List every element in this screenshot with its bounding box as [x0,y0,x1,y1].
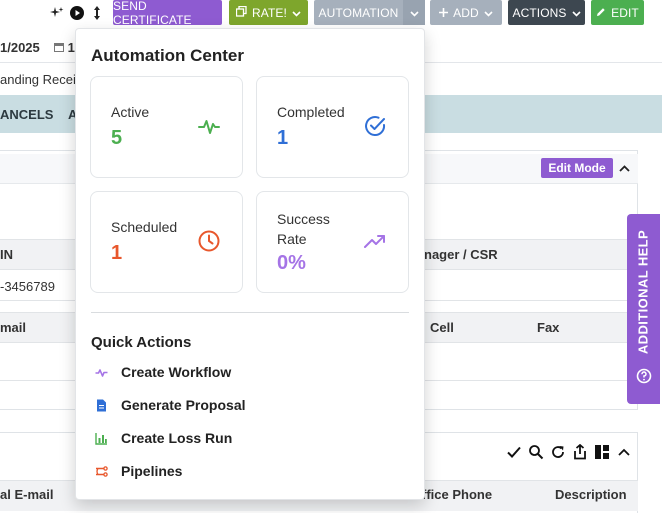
chevron-down-icon [409,6,419,20]
stat-card-active[interactable]: Active 5 [90,76,243,178]
quick-action-label: Create Loss Run [121,430,233,446]
add-button[interactable]: ADD [430,0,502,25]
outstanding-receivables-label: anding Receiv [0,72,83,87]
bar-chart-icon [95,432,108,445]
stat-label-success-rate: Success Rate [277,209,330,249]
add-label: ADD [453,5,479,20]
toolbar-icons [50,4,104,22]
search-icon[interactable] [528,444,544,460]
play-circle-icon[interactable] [70,6,84,20]
check-circle-icon [363,114,387,138]
automation-label: AUTOMATION [318,5,399,20]
date-value-2: 1 [67,40,75,55]
edit-button[interactable]: EDIT [591,0,644,25]
quick-action-label: Pipelines [121,463,183,479]
refresh-icon[interactable] [550,444,566,460]
pipeline-icon [95,465,108,478]
activity-pulse-icon [197,115,221,139]
column-header-manager-csr: nager / CSR [424,247,498,262]
date-value: 1/2025 [0,40,40,55]
clock-icon [197,229,221,253]
chevron-up-icon[interactable] [619,160,630,175]
quick-actions-title: Quick Actions [91,334,192,351]
document-icon [95,399,108,412]
stat-value-success-rate: 0% [277,252,306,274]
calendar-icon [54,40,68,55]
sort-arrows-icon[interactable] [90,6,104,20]
plus-icon [439,6,449,20]
phone-value: -3456789 [0,279,55,294]
column-header-email: al E-mail [0,487,54,502]
quick-action-label: Create Workflow [121,364,232,380]
actions-button[interactable]: ACTIONS [508,0,585,25]
chevron-down-icon [292,6,301,20]
panel-title: Automation Center [91,46,244,65]
trending-up-icon [363,229,387,253]
divider [91,312,409,313]
share-icon[interactable] [572,443,588,460]
quick-action-create-loss-run[interactable]: Create Loss Run [95,428,232,448]
send-certificate-label: SEND CERTIFICATE [113,0,192,27]
contacts-card-toolbar [506,443,632,460]
stat-card-scheduled[interactable]: Scheduled 1 [90,191,243,293]
workflow-icon [95,366,108,379]
column-header-description: Description [555,487,627,502]
stat-value-scheduled: 1 [111,242,123,264]
rate-label: RATE! [252,5,287,20]
check-icon[interactable] [506,444,522,460]
rate-button[interactable]: RATE! [229,0,308,25]
chevron-up-icon[interactable] [616,444,632,460]
stat-label-rate: Rate [277,231,307,247]
stat-label-active: Active [111,104,150,120]
sparkle-icon[interactable] [50,6,64,20]
edit-label: EDIT [611,5,639,20]
quick-action-pipelines[interactable]: Pipelines [95,461,182,481]
date-field: 1 [54,40,75,55]
pencil-icon [596,6,606,20]
column-header-fax: Fax [537,320,560,335]
column-header-office-phone: ffice Phone [422,487,493,502]
stat-card-success-rate[interactable]: Success Rate 0% [256,191,409,293]
quick-action-create-workflow[interactable]: Create Workflow [95,362,231,382]
column-header-cell: Cell [430,320,454,335]
copy-icon [235,5,247,20]
chevron-down-icon [571,6,581,20]
stat-card-completed[interactable]: Completed 1 [256,76,409,178]
quick-action-generate-proposal[interactable]: Generate Proposal [95,395,246,415]
quick-action-label: Generate Proposal [121,397,246,413]
edit-mode-button[interactable]: Edit Mode [541,158,613,178]
chevron-down-icon [484,6,493,20]
send-certificate-button[interactable]: SEND CERTIFICATE [113,0,222,27]
column-header-in: IN [0,247,13,262]
tab-cancels[interactable]: ANCELS [0,107,53,122]
stat-value-completed: 1 [277,127,289,149]
stat-value-active: 5 [111,127,123,149]
actions-label: ACTIONS [512,5,567,20]
question-circle-icon [636,368,652,384]
column-header-email: mail [0,320,27,335]
stat-label-success: Success [277,211,330,227]
stat-label-completed: Completed [277,104,345,120]
stat-label-scheduled: Scheduled [111,219,178,235]
automation-dropdown-toggle[interactable] [403,0,425,25]
additional-help-label: ADDITIONAL HELP [635,229,651,355]
layout-icon[interactable] [594,444,610,460]
automation-button[interactable]: AUTOMATION [314,0,425,25]
